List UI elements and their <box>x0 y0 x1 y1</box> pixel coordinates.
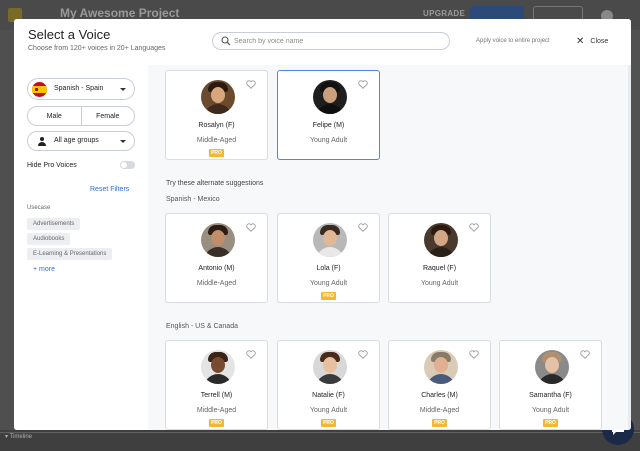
more-usecases-link[interactable]: + more <box>33 266 55 273</box>
pro-badge: PRO <box>209 149 224 157</box>
voice-card-samantha[interactable]: Samantha (F) Young Adult PRO <box>499 340 602 430</box>
voice-name: Natalie (F) <box>312 392 345 399</box>
voice-age: Middle-Aged <box>196 137 237 144</box>
timeline-bar <box>0 430 640 451</box>
pro-badge: PRO <box>432 419 447 427</box>
avatar <box>313 350 347 384</box>
section-english-us: English - US & Canada <box>166 323 238 330</box>
gender-toggle: Male Female <box>27 106 135 126</box>
modal-subtitle: Choose from 120+ voices in 20+ Languages <box>28 45 166 52</box>
language-select[interactable]: Spanish - Spain <box>27 78 135 100</box>
heart-icon[interactable] <box>358 223 368 232</box>
voice-card-raquel[interactable]: Raquel (F) Young Adult <box>388 213 491 303</box>
chevron-down-icon <box>120 140 126 143</box>
scrollbar[interactable] <box>628 65 631 430</box>
voice-age: Middle-Aged <box>419 407 460 414</box>
language-label: Spanish - Spain <box>54 85 104 92</box>
voice-age: Young Adult <box>309 137 348 144</box>
avatar <box>313 223 347 257</box>
filter-sidebar: Spanish - Spain Male Female All age grou… <box>14 65 148 430</box>
app-right-panel <box>631 30 640 451</box>
voice-name: Felipe (M) <box>312 122 345 129</box>
voice-age: Young Adult <box>420 280 459 287</box>
voice-age: Middle-Aged <box>196 407 237 414</box>
avatar <box>313 80 347 114</box>
age-group-label: All age groups <box>54 137 99 144</box>
voice-search[interactable] <box>212 32 450 50</box>
avatar <box>535 350 569 384</box>
heart-icon[interactable] <box>246 350 256 359</box>
voice-age: Young Adult <box>309 407 348 414</box>
apply-entire-project-link[interactable]: Apply voice to entire project <box>476 38 550 44</box>
hide-pro-toggle[interactable] <box>120 161 135 169</box>
heart-icon[interactable] <box>246 80 256 89</box>
select-voice-modal: Select a Voice Choose from 120+ voices i… <box>14 19 631 430</box>
usecase-chip-audiobooks[interactable]: Audiobooks <box>27 233 71 245</box>
avatar <box>201 223 235 257</box>
project-title: My Awesome Project <box>60 6 180 20</box>
avatar <box>424 350 458 384</box>
pro-badge: PRO <box>543 419 558 427</box>
gender-male-option[interactable]: Male <box>28 107 82 125</box>
avatar <box>424 223 458 257</box>
voice-card-lola[interactable]: Lola (F) Young Adult PRO <box>277 213 380 303</box>
modal-title: Select a Voice <box>28 27 111 42</box>
avatar <box>201 350 235 384</box>
close-button[interactable]: ✕ Close <box>576 36 608 47</box>
voice-card-natalie[interactable]: Natalie (F) Young Adult PRO <box>277 340 380 430</box>
pro-badge: PRO <box>321 419 336 427</box>
heart-icon[interactable] <box>246 223 256 232</box>
voice-card-terrell[interactable]: Terrell (M) Middle-Aged PRO <box>165 340 268 430</box>
heart-icon[interactable] <box>469 350 479 359</box>
usecase-heading: Usecase <box>27 205 51 211</box>
heart-icon[interactable] <box>358 350 368 359</box>
voice-name: Rosalyn (F) <box>198 122 235 129</box>
search-input[interactable] <box>234 35 439 47</box>
voice-card-antonio[interactable]: Antonio (M) Middle-Aged <box>165 213 268 303</box>
heart-icon[interactable] <box>580 350 590 359</box>
voice-age: Young Adult <box>531 407 570 414</box>
reset-filters-link[interactable]: Reset Filters <box>90 186 129 193</box>
upgrade-link: UPGRADE <box>423 9 466 18</box>
section-spanish-mexico: Spanish - Mexico <box>166 196 220 203</box>
voice-card-felipe[interactable]: Felipe (M) Young Adult <box>277 70 380 160</box>
voice-name: Antonio (M) <box>198 265 235 272</box>
timeline-label: ▾ Timeline <box>5 434 33 440</box>
close-icon: ✕ <box>576 35 585 47</box>
voice-name: Raquel (F) <box>422 265 457 272</box>
spain-flag-icon <box>32 82 47 97</box>
voice-name: Charles (M) <box>421 392 458 399</box>
pro-badge: PRO <box>321 292 336 300</box>
heart-icon[interactable] <box>469 223 479 232</box>
close-label: Close <box>590 38 609 45</box>
heart-icon[interactable] <box>358 80 368 89</box>
chevron-down-icon <box>120 88 126 91</box>
usecase-chip-advertisements[interactable]: Advertisements <box>27 218 81 230</box>
voice-name: Terrell (M) <box>200 392 233 399</box>
voice-age: Middle-Aged <box>196 280 237 287</box>
hide-pro-label: Hide Pro Voices <box>27 162 77 169</box>
avatar <box>201 80 235 114</box>
voice-card-charles[interactable]: Charles (M) Middle-Aged PRO <box>388 340 491 430</box>
timeline-ruler <box>0 432 640 433</box>
gender-female-option[interactable]: Female <box>82 107 135 125</box>
alternate-suggestions-heading: Try these alternate suggestions <box>166 180 264 187</box>
person-icon <box>38 137 46 146</box>
modal-header: Select a Voice Choose from 120+ voices i… <box>14 19 631 65</box>
voice-name: Samantha (F) <box>529 392 572 399</box>
voice-name: Lola (F) <box>316 265 341 272</box>
voice-card-rosalyn[interactable]: Rosalyn (F) Middle-Aged PRO <box>165 70 268 160</box>
app-sidebar <box>0 30 14 451</box>
age-group-select[interactable]: All age groups <box>27 131 135 151</box>
voice-age: Young Adult <box>309 280 348 287</box>
usecase-chip-elearning[interactable]: E-Learning & Presentations <box>27 248 113 260</box>
search-icon <box>221 36 231 46</box>
pro-badge: PRO <box>209 419 224 427</box>
